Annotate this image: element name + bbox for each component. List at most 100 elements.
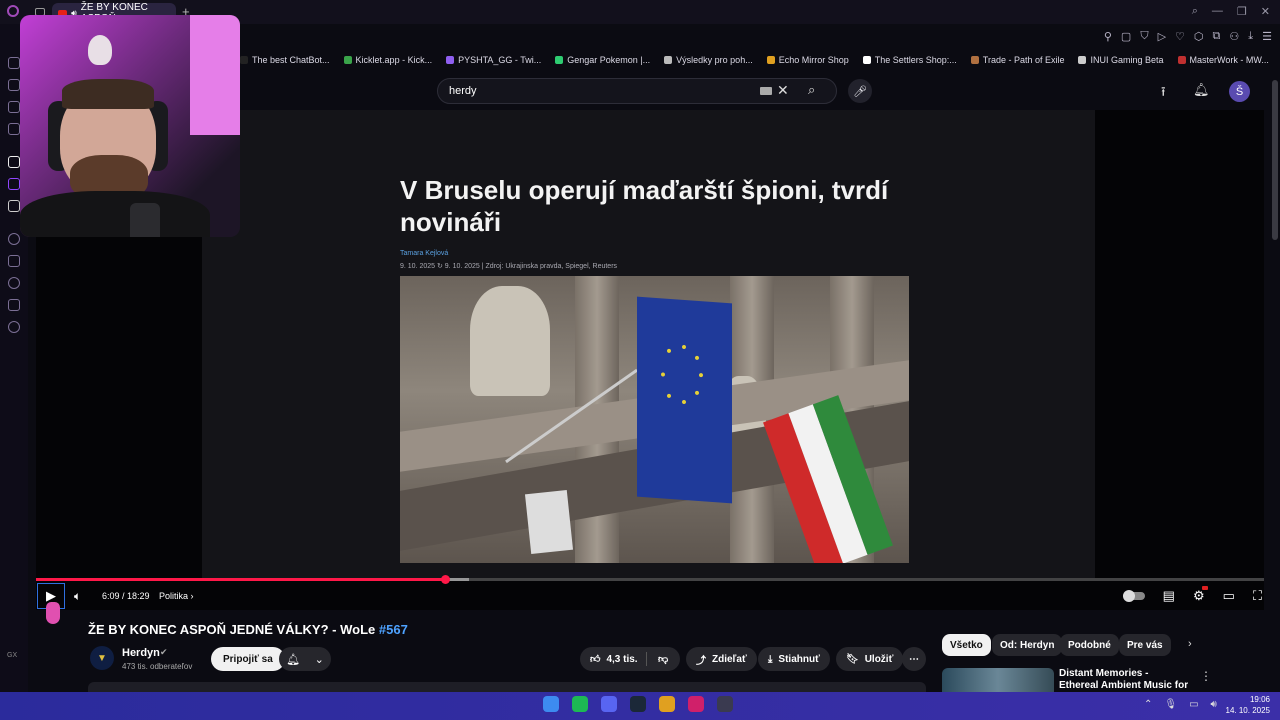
sidebar-bag-icon[interactable] (8, 79, 20, 91)
notifications-bell-icon[interactable]: 🔔︎ (1193, 82, 1210, 98)
clock-time: 19:06 (1249, 695, 1270, 704)
bookmark-item[interactable]: Gengar Pokemon |... (555, 55, 650, 65)
autoplay-toggle[interactable] (1122, 590, 1145, 602)
steam-icon[interactable] (630, 696, 646, 712)
bookmark-item[interactable]: INUI Gaming Beta (1078, 55, 1164, 65)
heart-icon[interactable]: ♡ (1175, 30, 1185, 43)
sidebar-gmail-icon[interactable] (8, 123, 20, 135)
theater-mode-icon[interactable]: ▭ (1223, 588, 1235, 604)
join-button[interactable]: Pripojiť sa (211, 647, 285, 671)
bookmark-label: Kicklet.app - Kick... (355, 55, 433, 65)
search-icon[interactable]: ⌕ (808, 82, 815, 98)
subscriber-count: 473 tis. odberateľov (122, 662, 193, 671)
search-tabs-icon[interactable]: ⌕ (1192, 5, 1198, 18)
bookmark-label: MasterWork - MW... (1189, 55, 1269, 65)
bookmark-item[interactable]: Trade - Path of Exile (970, 55, 1065, 65)
share-label: Zdieľať (712, 653, 747, 665)
chevron-right-icon[interactable]: › (1188, 638, 1192, 650)
recommendation-title[interactable]: Distant Memories - Ethereal Ambient Musi… (1059, 668, 1189, 692)
snapshot-icon[interactable]: ▢ (1121, 30, 1131, 43)
close-window-icon[interactable]: ✕ (1261, 5, 1270, 18)
spotify-icon[interactable] (572, 696, 588, 712)
sidebar-history-icon[interactable] (8, 277, 20, 289)
tray-display-icon[interactable]: ▭ (1189, 699, 1198, 710)
recommendation-thumbnail[interactable] (942, 668, 1054, 692)
article-meta: 9. 10. 2025 ↻ 9. 10. 2025 | Zdroj: Ukraj… (400, 263, 618, 270)
tray-chevron-icon[interactable]: ⌃ (1144, 699, 1152, 710)
bookmark-item[interactable]: PYSHTA_GG - Twi... (446, 55, 541, 65)
sidebar-player-icon[interactable] (8, 233, 20, 245)
microphone-icon[interactable]: 🎤︎ (848, 79, 872, 103)
taskbar-apps (543, 696, 733, 712)
channel-avatar[interactable]: ▼ (90, 646, 114, 670)
bookmark-favicon-icon (343, 56, 352, 64)
chip-for-you[interactable]: Pre vás (1119, 634, 1171, 656)
minimize-icon[interactable]: — (1212, 5, 1223, 18)
sidebar-pin-icon[interactable] (8, 255, 20, 267)
save-button[interactable]: 🔖︎ Uložiť (836, 647, 904, 671)
discord-icon[interactable] (601, 696, 617, 712)
bookmark-favicon-icon (1177, 56, 1186, 64)
sidebar-x-icon[interactable] (8, 200, 20, 212)
pin-icon[interactable]: ⚲ (1104, 30, 1112, 43)
sidebar-settings-icon[interactable] (8, 321, 20, 333)
recommendation-menu-icon[interactable]: ⋮ (1200, 669, 1212, 683)
bookmark-item[interactable]: Kicklet.app - Kick... (343, 55, 433, 65)
progress-scrubber[interactable] (440, 575, 450, 584)
volume-icon[interactable]: 🔈︎ (74, 589, 81, 604)
chip-all[interactable]: Všetko (942, 634, 991, 656)
bookmark-item[interactable]: MasterWork - MW... (1177, 55, 1269, 65)
tray-mic-icon[interactable]: 🎙︎ (1164, 699, 1177, 710)
bookmark-icon: 🔖︎ (846, 653, 859, 665)
bookmark-label: PYSHTA_GG - Twi... (458, 55, 542, 65)
subtitles-icon[interactable]: ▤ (1163, 588, 1175, 604)
dislike-button[interactable]: 👎︎ (650, 647, 680, 671)
channel-name[interactable]: Herdyn (122, 647, 160, 659)
bookmark-item[interactable]: Echo Mirror Shop (766, 55, 849, 65)
page-scrollbar[interactable] (1272, 80, 1278, 240)
copy-icon[interactable]: ⧉ (1213, 30, 1221, 43)
chapter-button[interactable]: Politika › (159, 591, 194, 601)
subscription-bell-button[interactable]: 🔔︎ ⌄ (279, 647, 331, 671)
more-actions-button[interactable]: ⋯ (902, 647, 926, 671)
sidebar-twitch-icon[interactable] (8, 178, 20, 190)
sidebar-mail-icon[interactable] (8, 57, 20, 69)
sidebar-extensions-icon[interactable] (8, 299, 20, 311)
play-icon[interactable]: ▷ (1158, 30, 1166, 43)
fullscreen-icon[interactable]: ⛶ (1253, 588, 1262, 604)
bookmark-item[interactable]: The Settlers Shop:... (862, 55, 957, 65)
taskbar-clock[interactable]: 19:06 14. 10. 2025 (1226, 694, 1270, 716)
account-avatar[interactable]: Š (1229, 81, 1250, 102)
upload-icon[interactable]: ⭱ (1161, 83, 1166, 105)
sidebar-kick-icon[interactable] (8, 156, 20, 168)
chip-from-herdyn[interactable]: Od: Herdyn (992, 634, 1063, 656)
download-button[interactable]: ⤓ Stiahnuť (758, 647, 830, 671)
bookmark-item[interactable]: Výsledky pro poh... (664, 55, 753, 65)
extensions-icon[interactable]: ⬡ (1194, 30, 1204, 43)
obs-icon[interactable] (717, 696, 733, 712)
gx-corner-label[interactable]: GX (7, 652, 17, 659)
maximize-icon[interactable]: ❐ (1237, 5, 1247, 18)
opera-logo-icon[interactable] (7, 5, 19, 17)
video-title-text: ŽE BY KONEC ASPOŇ JEDNÉ VÁLKY? - WoLe (88, 622, 376, 637)
settings-gear-icon[interactable]: ⚙ (1193, 586, 1208, 604)
bookmark-item[interactable]: The best ChatBot... (240, 55, 330, 65)
download-icon[interactable]: ⤓ (1248, 30, 1253, 43)
video-hashtag[interactable]: #567 (379, 622, 408, 637)
tray-volume-icon[interactable]: 🔊︎ (1211, 699, 1217, 710)
windows-start-icon[interactable] (543, 696, 559, 712)
bookmark-label: Trade - Path of Exile (982, 55, 1065, 65)
description-box[interactable] (88, 682, 926, 692)
menu-icon[interactable]: ☰ (1262, 30, 1272, 43)
article-headline: V Bruselu operují maďarští špioni, tvrdí… (400, 175, 889, 237)
chrome-icon[interactable] (659, 696, 675, 712)
sidebar-news-icon[interactable] (8, 101, 20, 113)
opera-gx-icon[interactable] (688, 696, 704, 712)
clear-search-icon[interactable]: ✕ (777, 82, 789, 99)
chip-related[interactable]: Podobné (1060, 634, 1119, 656)
account-icon[interactable]: ⚇ (1229, 30, 1239, 43)
keyboard-icon[interactable] (760, 87, 772, 95)
share-button[interactable]: ⤴ Zdieľať (686, 647, 757, 671)
download-label: Stiahnuť (778, 653, 820, 665)
shield-icon[interactable]: ⛉ (1140, 30, 1148, 43)
